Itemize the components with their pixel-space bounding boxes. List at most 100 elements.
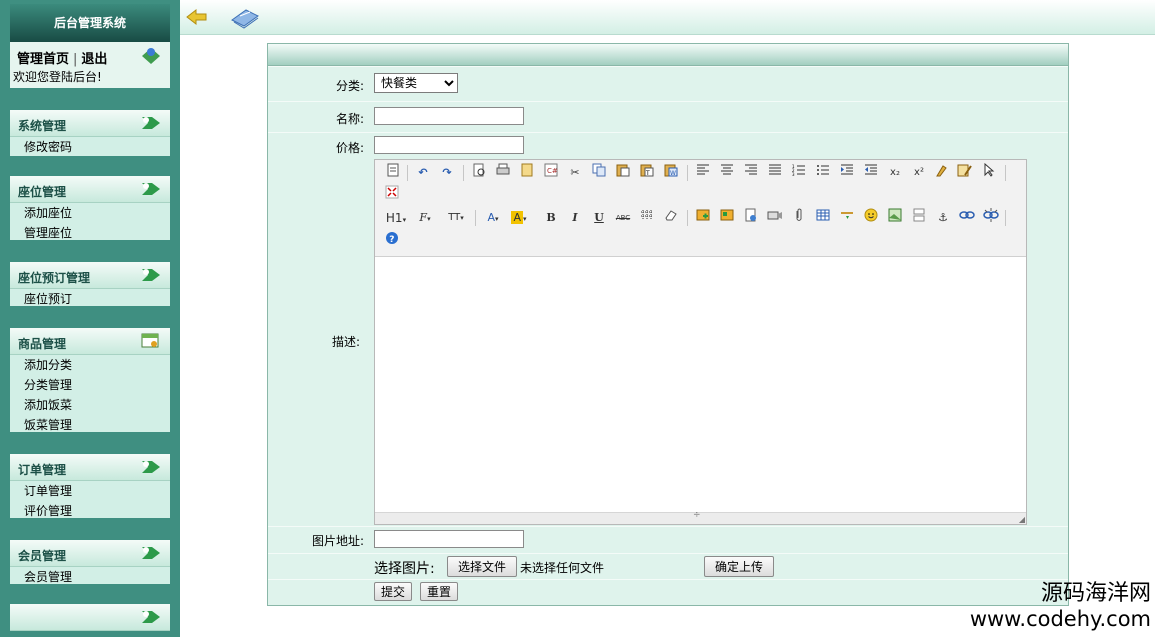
paste-icon[interactable] — [613, 163, 633, 183]
sidebar-item-add-category[interactable]: 添加分类 — [10, 355, 170, 375]
home-link[interactable]: 管理首页 — [17, 52, 69, 67]
top-toolbar — [180, 0, 1155, 35]
anchor-icon[interactable]: ⚓ — [933, 208, 953, 228]
link-separator: | — [73, 52, 78, 67]
sidebar-item-manage-orders[interactable]: 订单管理 — [10, 481, 170, 501]
heading-label: H1 — [385, 211, 403, 225]
insert-flash-icon[interactable] — [741, 208, 761, 228]
copy-icon[interactable] — [589, 163, 609, 183]
editor-resize-bar[interactable]: ÷ ◢ — [375, 510, 1026, 524]
upload-button[interactable]: 确定上传 — [704, 556, 774, 577]
watermark-line2: www.codehy.com — [969, 607, 1151, 631]
ordered-list-icon[interactable]: 123 — [789, 163, 809, 183]
paste-text-icon[interactable]: T — [637, 163, 657, 183]
welcome-text: 欢迎您登陆后台! — [13, 70, 102, 84]
align-left-icon[interactable] — [693, 163, 713, 183]
attachment-icon[interactable] — [789, 208, 809, 228]
table-icon[interactable] — [813, 208, 833, 228]
logout-link[interactable]: 退出 — [81, 52, 107, 67]
rich-text-editor: ↶ ↷ C# ✂ T W 123 x₂ x² H1▾ F▾ TT▾ A▾ A ▾… — [374, 159, 1027, 525]
source-icon[interactable] — [383, 163, 403, 183]
sidebar-item-seat-booking[interactable]: 座位预订 — [10, 289, 170, 309]
sidebar-item-change-password[interactable]: 修改密码 — [10, 137, 170, 157]
link-icon[interactable] — [957, 208, 977, 228]
submit-button[interactable]: 提交 — [374, 582, 412, 601]
select-all-icon[interactable] — [955, 163, 975, 183]
home-icon — [140, 46, 162, 69]
book-icon[interactable] — [230, 6, 260, 33]
editor-toolbar: ↶ ↷ C# ✂ T W 123 x₂ x² H1▾ F▾ TT▾ A▾ A ▾… — [375, 160, 1026, 257]
superscript-icon[interactable]: x² — [909, 163, 929, 183]
indent-icon[interactable] — [837, 163, 857, 183]
bold-icon[interactable]: B — [541, 208, 561, 228]
resize-grip-icon[interactable]: ÷ — [693, 510, 701, 520]
highlight-color-icon[interactable]: A ▾ — [509, 208, 529, 228]
sidebar-item-add-dish[interactable]: 添加饭菜 — [10, 395, 170, 415]
choose-file-button[interactable]: 选择文件 — [447, 556, 517, 577]
arrow-icon — [140, 265, 162, 288]
redo-icon[interactable]: ↷ — [437, 163, 457, 183]
price-row: 价格: — [268, 132, 1068, 159]
paste-word-icon[interactable]: W — [661, 163, 681, 183]
choose-image-label: 选择图片: — [374, 561, 435, 577]
clear-format-icon[interactable] — [931, 163, 951, 183]
align-right-icon[interactable] — [741, 163, 761, 183]
category-select[interactable]: 快餐类 — [374, 73, 458, 93]
print-icon[interactable] — [493, 163, 513, 183]
help-icon[interactable]: ? — [382, 231, 402, 251]
eraser-icon[interactable] — [661, 208, 681, 228]
section-title: 系统管理 — [18, 119, 67, 133]
italic-icon[interactable]: I — [565, 208, 585, 228]
code-icon[interactable]: C# — [541, 163, 561, 183]
price-input[interactable] — [374, 136, 524, 154]
document-icon — [140, 331, 162, 354]
back-arrow-icon[interactable] — [186, 8, 208, 29]
form-header — [268, 44, 1068, 66]
corner-resize-icon[interactable]: ◢ — [1019, 515, 1025, 524]
watermark-line1: 源码海洋网 — [1040, 581, 1151, 606]
unordered-list-icon[interactable] — [813, 163, 833, 183]
font-family-dropdown[interactable]: F▾ — [415, 208, 435, 228]
font-size-dropdown[interactable]: TT▾ — [443, 208, 469, 228]
arrow-icon — [140, 179, 162, 202]
subscript-icon[interactable]: x₂ — [885, 163, 905, 183]
outdent-icon[interactable] — [861, 163, 881, 183]
sidebar-item-manage-members[interactable]: 会员管理 — [10, 567, 170, 587]
heading-dropdown[interactable]: H1▾ — [383, 208, 409, 228]
map-icon[interactable] — [885, 208, 905, 228]
horizontal-rule-icon[interactable] — [837, 208, 857, 228]
category-label: 分类: — [335, 79, 364, 93]
section-seats: 座位管理 添加座位 管理座位 — [10, 176, 170, 240]
font-color-icon[interactable]: A▾ — [483, 208, 503, 228]
preview-icon[interactable] — [469, 163, 489, 183]
sidebar-item-add-seat[interactable]: 添加座位 — [10, 203, 170, 223]
strikethrough-icon[interactable]: ABC — [613, 208, 633, 228]
insert-media-icon[interactable] — [765, 208, 785, 228]
fullscreen-icon[interactable] — [382, 185, 402, 205]
editor-content-area[interactable] — [375, 257, 1026, 512]
emoticon-icon[interactable] — [861, 208, 881, 228]
unlink-icon[interactable] — [981, 208, 1001, 228]
watermark: 源码海洋网 www.codehy.com — [970, 575, 1151, 631]
line-height-icon[interactable] — [637, 208, 657, 228]
align-justify-icon[interactable] — [765, 163, 785, 183]
cut-icon[interactable]: ✂ — [565, 163, 585, 183]
category-row: 分类: 快餐类 — [268, 66, 1068, 101]
sidebar-item-manage-categories[interactable]: 分类管理 — [10, 375, 170, 395]
image-url-input[interactable] — [374, 530, 524, 548]
page-break-icon[interactable] — [909, 208, 929, 228]
sidebar-item-manage-dishes[interactable]: 饭菜管理 — [10, 415, 170, 435]
undo-icon[interactable]: ↶ — [413, 163, 433, 183]
svg-text:T: T — [645, 170, 650, 177]
sidebar-item-manage-seats[interactable]: 管理座位 — [10, 223, 170, 243]
sidebar-item-manage-reviews[interactable]: 评价管理 — [10, 501, 170, 521]
align-center-icon[interactable] — [717, 163, 737, 183]
name-input[interactable] — [374, 107, 524, 125]
cursor-icon[interactable] — [979, 162, 999, 183]
insert-multi-image-icon[interactable] — [717, 208, 737, 228]
insert-image-icon[interactable] — [693, 208, 713, 228]
template-icon[interactable] — [517, 163, 537, 183]
name-row: 名称: — [268, 101, 1068, 132]
reset-button[interactable]: 重置 — [420, 582, 458, 601]
underline-icon[interactable]: U — [589, 208, 609, 228]
